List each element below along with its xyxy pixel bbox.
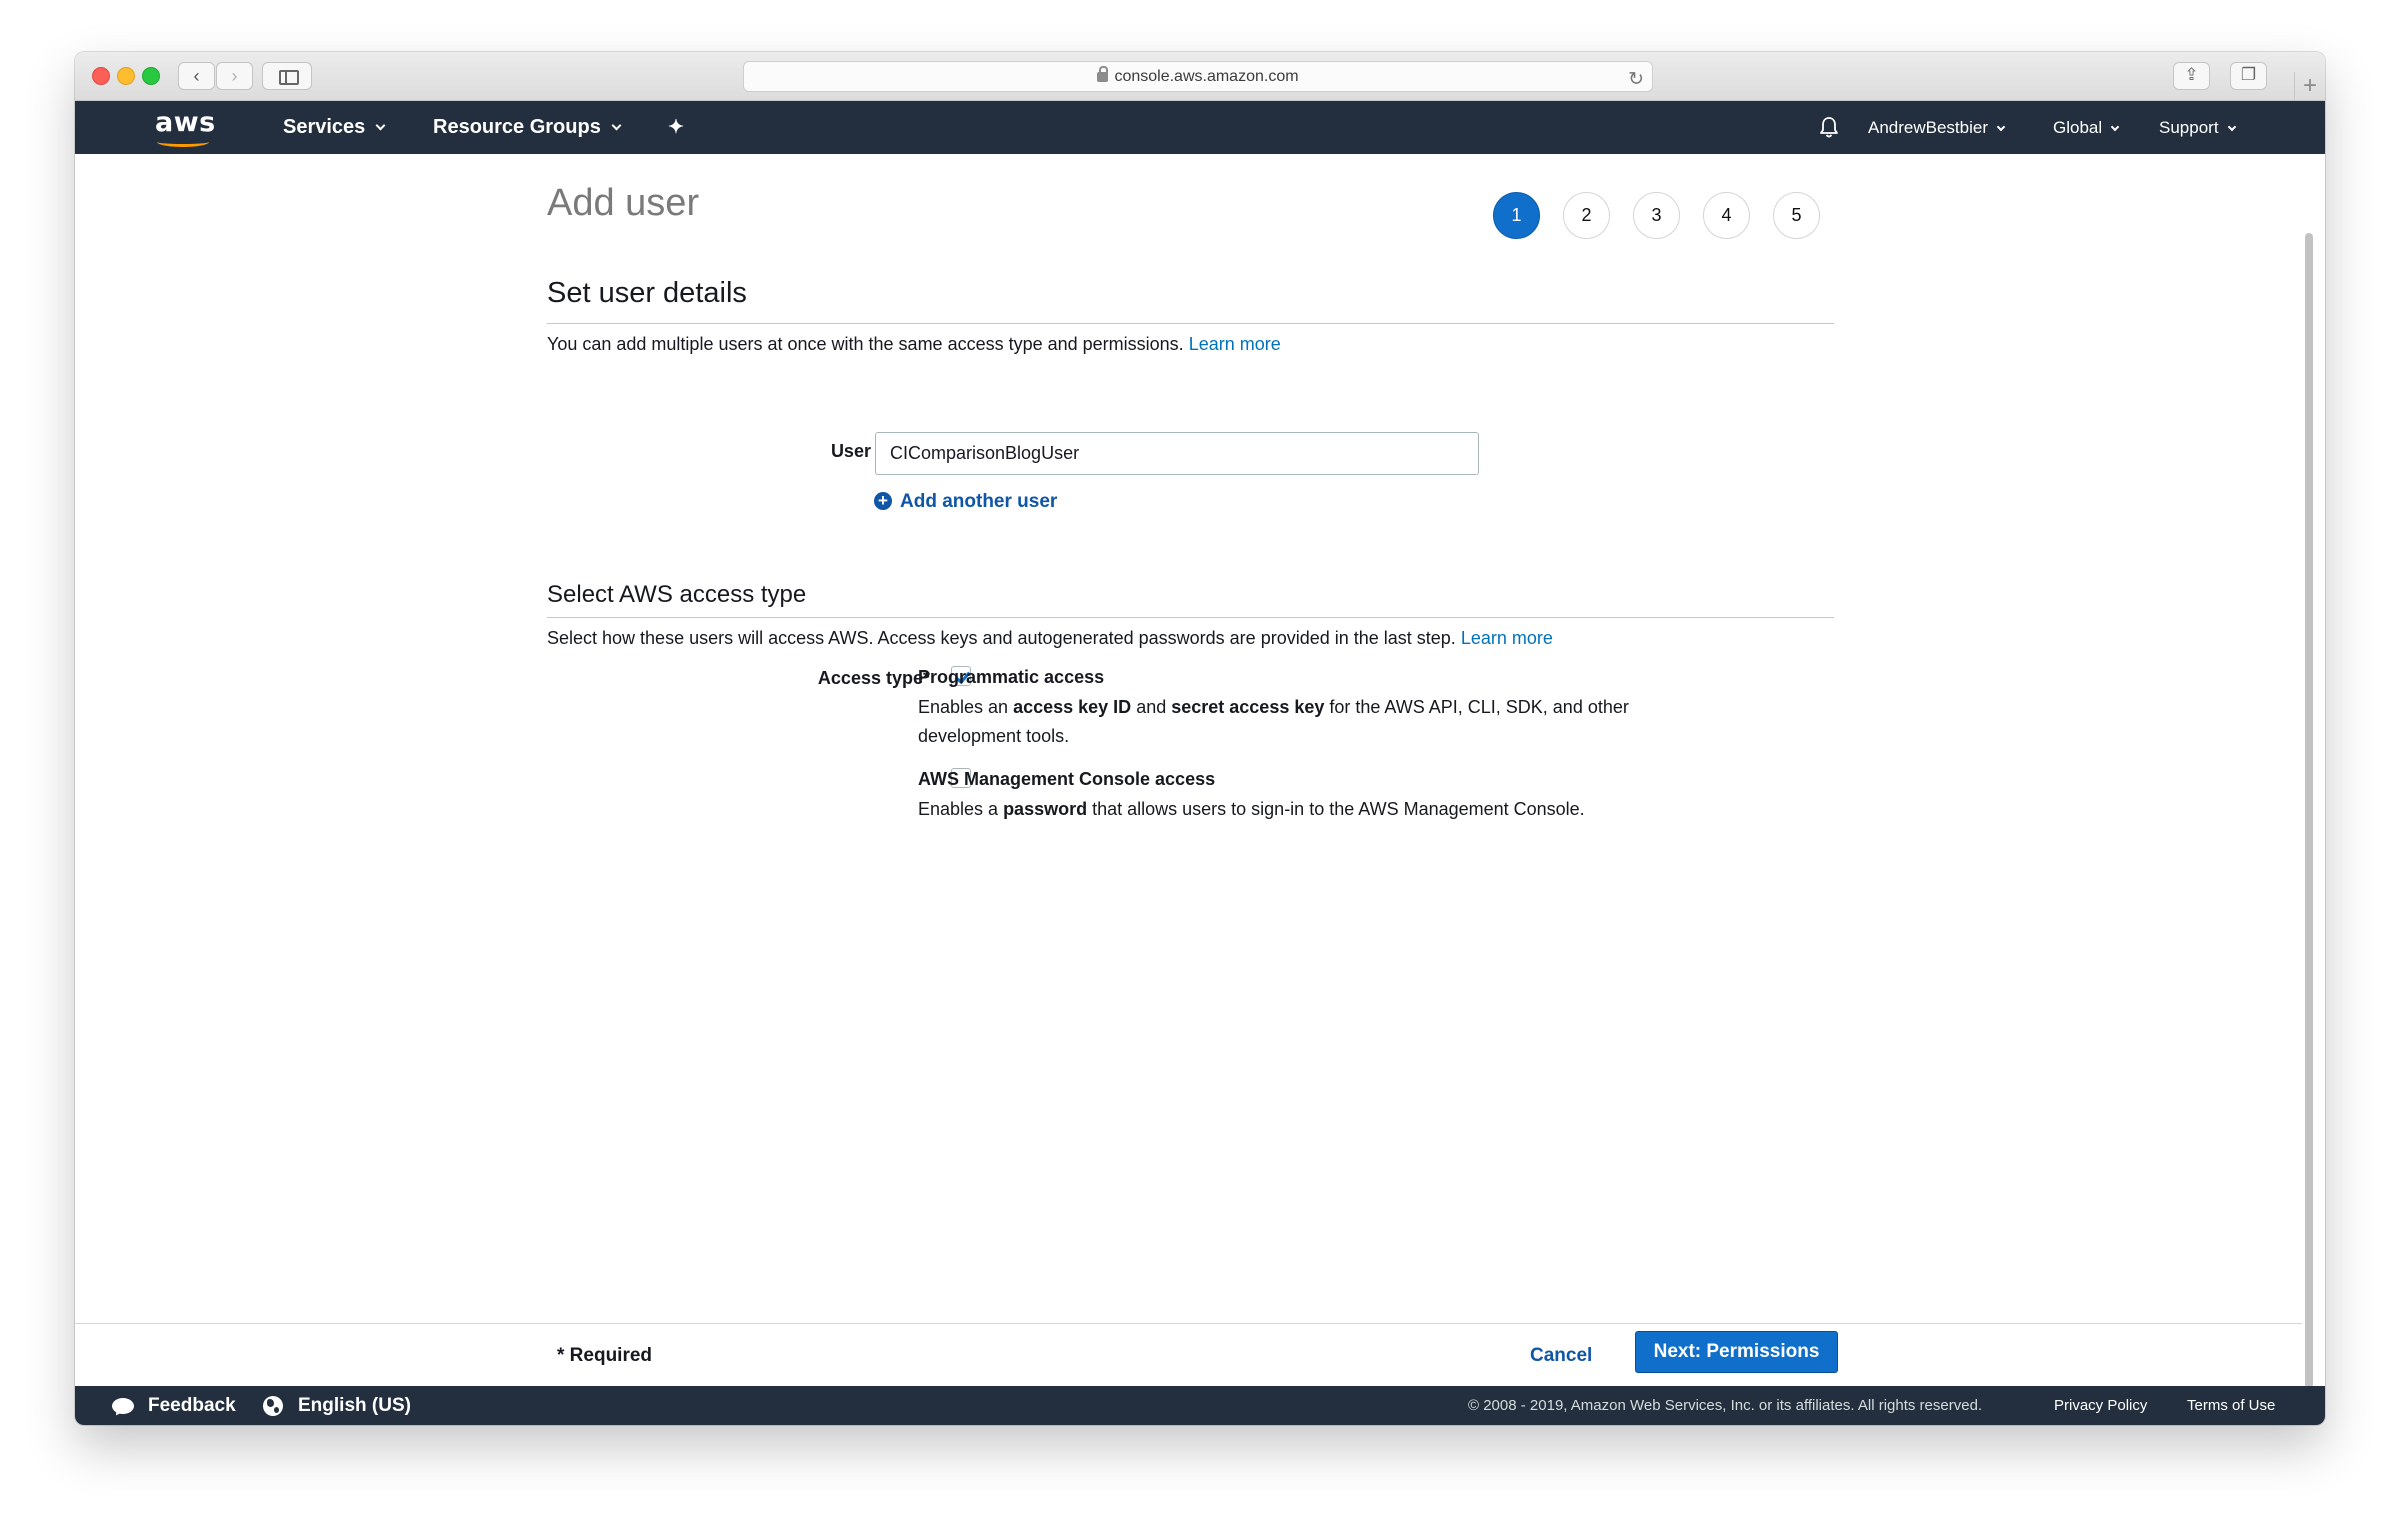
browser-window: ‹ › console.aws.amazon.com ↻ ⇪ ❐ + aws S… bbox=[75, 52, 2325, 1425]
description-text: and bbox=[1131, 697, 1172, 717]
user-name-input[interactable] bbox=[875, 432, 1479, 475]
aws-logo[interactable]: aws bbox=[155, 107, 216, 149]
learn-more-link[interactable]: Learn more bbox=[1461, 628, 1553, 648]
access-type-description-text: Select how these users will access AWS. … bbox=[547, 628, 1456, 648]
feedback-bubble-icon bbox=[112, 1398, 134, 1414]
access-type-heading: Select AWS access type bbox=[547, 581, 807, 608]
support-menu[interactable]: Support bbox=[2159, 101, 2236, 154]
console-access-description: Enables a password that allows users to … bbox=[918, 795, 1638, 824]
forward-arrow-icon: › bbox=[231, 66, 238, 86]
share-icon: ⇪ bbox=[2184, 65, 2199, 84]
aws-smile-icon bbox=[157, 137, 209, 147]
user-details-description-text: You can add multiple users at once with … bbox=[547, 334, 1184, 354]
feedback-link[interactable]: Feedback bbox=[148, 1386, 236, 1425]
bell-icon[interactable] bbox=[1819, 116, 1839, 138]
chevron-down-icon bbox=[611, 120, 622, 131]
action-bar-divider bbox=[75, 1323, 2302, 1324]
description-text: that allows users to sign-in to the AWS … bbox=[1087, 799, 1585, 819]
sidebar-toggle-button[interactable] bbox=[262, 62, 312, 90]
description-bold: password bbox=[1003, 799, 1088, 819]
minimize-window-button[interactable] bbox=[117, 67, 135, 85]
next-permissions-button[interactable]: Next: Permissions bbox=[1635, 1331, 1838, 1373]
cancel-button[interactable]: Cancel bbox=[1530, 1345, 1592, 1367]
zoom-window-button[interactable] bbox=[142, 67, 160, 85]
description-bold: access key ID bbox=[1013, 697, 1132, 717]
step-1[interactable]: 1 bbox=[1493, 192, 1540, 239]
url-text: console.aws.amazon.com bbox=[1114, 68, 1299, 85]
chevron-down-icon bbox=[2110, 122, 2120, 132]
browser-toolbar: ‹ › console.aws.amazon.com ↻ ⇪ ❐ + bbox=[75, 52, 2325, 102]
back-button[interactable]: ‹ bbox=[178, 62, 215, 90]
globe-icon bbox=[263, 1396, 283, 1416]
page-scrollbar[interactable] bbox=[2302, 167, 2316, 1389]
forward-button[interactable]: › bbox=[216, 62, 253, 90]
access-type-label: Access type* bbox=[817, 668, 930, 688]
step-3[interactable]: 3 bbox=[1633, 192, 1680, 239]
console-nav-bar: aws Services Resource Groups ✦ AndrewBes… bbox=[75, 101, 2325, 154]
copyright-text: © 2008 - 2019, Amazon Web Services, Inc.… bbox=[1468, 1397, 1983, 1414]
set-user-details-heading: Set user details bbox=[547, 277, 747, 309]
plus-circle-icon: + bbox=[874, 492, 892, 510]
learn-more-link[interactable]: Learn more bbox=[1189, 334, 1281, 354]
account-menu[interactable]: AndrewBestbier bbox=[1868, 101, 2006, 154]
programmatic-access-title[interactable]: Programmatic access bbox=[918, 667, 1104, 688]
pin-icon[interactable]: ✦ bbox=[668, 101, 684, 154]
support-label: Support bbox=[2159, 118, 2219, 137]
description-text: Enables an bbox=[918, 697, 1014, 717]
step-4[interactable]: 4 bbox=[1703, 192, 1750, 239]
privacy-policy-link[interactable]: Privacy Policy bbox=[2054, 1386, 2147, 1425]
aws-logo-text: aws bbox=[155, 107, 216, 138]
services-menu[interactable]: Services bbox=[283, 101, 386, 154]
region-label: Global bbox=[2053, 118, 2103, 137]
add-another-user-link[interactable]: + Add another user bbox=[874, 491, 1057, 513]
resource-groups-menu[interactable]: Resource Groups bbox=[433, 101, 622, 154]
step-5[interactable]: 5 bbox=[1773, 192, 1820, 239]
region-menu[interactable]: Global bbox=[2053, 101, 2120, 154]
reload-icon[interactable]: ↻ bbox=[1628, 65, 1644, 94]
address-bar[interactable]: console.aws.amazon.com ↻ bbox=[743, 61, 1653, 92]
close-window-button[interactable] bbox=[92, 67, 110, 85]
console-footer: Feedback English (US) © 2008 - 2019, Ama… bbox=[75, 1386, 2325, 1425]
chevron-down-icon bbox=[1996, 122, 2006, 132]
scrollbar-thumb[interactable] bbox=[2305, 233, 2313, 1388]
new-tab-button[interactable]: + bbox=[2294, 72, 2325, 102]
resource-groups-label: Resource Groups bbox=[433, 116, 601, 138]
show-tabs-button[interactable]: ❐ bbox=[2230, 62, 2267, 90]
access-type-description: Select how these users will access AWS. … bbox=[547, 628, 1553, 649]
account-name: AndrewBestbier bbox=[1868, 118, 1989, 137]
description-bold: secret access key bbox=[1171, 697, 1325, 717]
programmatic-access-description: Enables an access key ID and secret acce… bbox=[918, 693, 1638, 751]
step-2[interactable]: 2 bbox=[1563, 192, 1610, 239]
section-divider bbox=[547, 617, 1834, 618]
section-divider bbox=[547, 323, 1834, 324]
plus-icon: + bbox=[2302, 72, 2317, 99]
tabs-icon: ❐ bbox=[2240, 65, 2257, 84]
chevron-down-icon bbox=[2227, 122, 2236, 132]
lock-icon bbox=[1097, 66, 1109, 82]
language-selector[interactable]: English (US) bbox=[298, 1386, 411, 1425]
back-arrow-icon: ‹ bbox=[193, 66, 200, 86]
description-text: Enables a bbox=[918, 799, 1004, 819]
chevron-down-icon bbox=[375, 120, 386, 131]
required-note: * Required bbox=[557, 1345, 653, 1366]
add-another-user-label: Add another user bbox=[900, 491, 1058, 512]
services-label: Services bbox=[283, 116, 366, 138]
terms-of-use-link[interactable]: Terms of Use bbox=[2187, 1386, 2275, 1425]
share-button[interactable]: ⇪ bbox=[2173, 62, 2210, 90]
page-title: Add user bbox=[547, 182, 700, 224]
console-access-title[interactable]: AWS Management Console access bbox=[918, 769, 1215, 790]
user-details-description: You can add multiple users at once with … bbox=[547, 334, 1281, 355]
